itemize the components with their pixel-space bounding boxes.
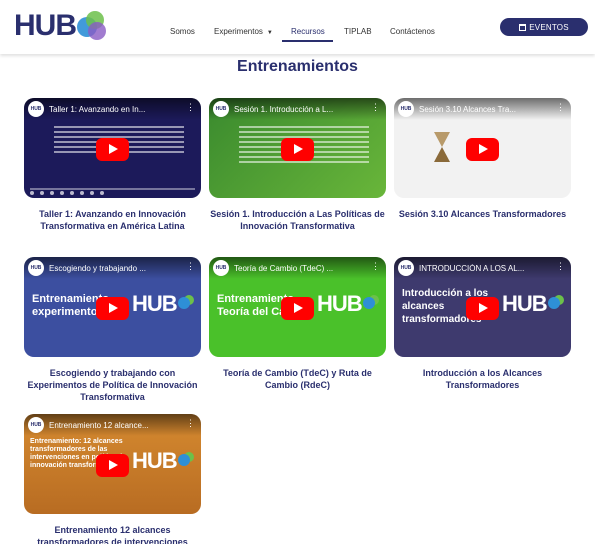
- play-button-icon[interactable]: [281, 297, 314, 320]
- section-title: Entrenamientos: [237, 58, 358, 75]
- eventos-button[interactable]: EVENTOS: [500, 18, 588, 36]
- more-options-icon[interactable]: ⋮: [371, 262, 380, 271]
- video-thumbnail[interactable]: Introducción a los alcances transformado…: [394, 257, 571, 357]
- play-button-icon[interactable]: [466, 297, 499, 320]
- video-card[interactable]: HUB Taller 1: Avanzando en In... ⋮ Talle…: [24, 98, 201, 232]
- video-thumbnail[interactable]: HUB Sesión 3.10 Alcances Tra... ⋮: [394, 98, 571, 198]
- hub-watermark: HUB: [132, 448, 190, 474]
- nav-item-tiplab[interactable]: TIPLAB: [344, 27, 372, 36]
- channel-avatar: HUB: [28, 417, 44, 433]
- more-options-icon[interactable]: ⋮: [556, 103, 565, 112]
- more-options-icon[interactable]: ⋮: [186, 103, 195, 112]
- thumbnail-title: Taller 1: Avanzando en In...: [49, 104, 146, 114]
- thumbnail-title: Sesión 1. Introducción a L...: [234, 104, 334, 114]
- video-card[interactable]: Introducción a los alcances transformado…: [394, 257, 571, 391]
- channel-avatar: HUB: [28, 260, 44, 276]
- active-nav-underline: [282, 40, 333, 42]
- channel-avatar: HUB: [398, 260, 414, 276]
- hourglass-icon: [434, 132, 450, 162]
- thumbnail-title: Escogiendo y trabajando ...: [49, 263, 146, 273]
- page: HUB Somos Experimentos ▼ Recursos TIPLAB …: [0, 0, 595, 544]
- nav-item-experimentos-label: Experimentos: [214, 27, 263, 36]
- video-title[interactable]: Taller 1: Avanzando en Innovación Transf…: [24, 208, 201, 232]
- thumbnail-title: INTRODUCCIÓN A LOS AL...: [419, 263, 525, 273]
- video-thumbnail[interactable]: HUB Sesión 1. Introducción a L... ⋮: [209, 98, 386, 198]
- more-options-icon[interactable]: ⋮: [371, 103, 380, 112]
- more-options-icon[interactable]: ⋮: [186, 419, 195, 428]
- hub-watermark: HUB: [132, 291, 190, 317]
- channel-avatar: HUB: [398, 101, 414, 117]
- player-controls: [30, 191, 195, 196]
- thumbnail-title: Teoría de Cambio (TdeC) ...: [234, 263, 334, 273]
- more-options-icon[interactable]: ⋮: [556, 262, 565, 271]
- play-button-icon[interactable]: [96, 297, 129, 320]
- video-thumbnail[interactable]: Entrenamiento: 12 alcances transformador…: [24, 414, 201, 514]
- nav-item-recursos[interactable]: Recursos: [291, 27, 325, 36]
- chevron-down-icon: ▼: [266, 30, 273, 36]
- calendar-icon: [519, 23, 527, 31]
- video-title[interactable]: Teoría de Cambio (TdeC) y Ruta de Cambio…: [209, 367, 386, 391]
- video-card[interactable]: Entrenamiento Teoría del Cambio HUB HUB …: [209, 257, 386, 391]
- video-thumbnail[interactable]: Entrenamiento Teoría del Cambio HUB HUB …: [209, 257, 386, 357]
- video-card[interactable]: HUB Sesión 1. Introducción a L... ⋮ Sesi…: [209, 98, 386, 232]
- video-card[interactable]: Entrenamiento experimentos HUB HUB Escog…: [24, 257, 201, 403]
- hub-watermark: HUB: [317, 291, 375, 317]
- nav-item-somos[interactable]: Somos: [170, 27, 195, 36]
- video-title[interactable]: Sesión 1. Introducción a Las Políticas d…: [209, 208, 386, 232]
- thumbnail-title: Entrenamiento 12 alcance...: [49, 420, 149, 430]
- thumbnail-title: Sesión 3.10 Alcances Tra...: [419, 104, 516, 114]
- channel-avatar: HUB: [213, 101, 229, 117]
- video-card[interactable]: Entrenamiento: 12 alcances transformador…: [24, 414, 201, 544]
- video-thumbnail[interactable]: HUB Taller 1: Avanzando en In... ⋮: [24, 98, 201, 198]
- play-button-icon[interactable]: [466, 138, 499, 161]
- video-title[interactable]: Escogiendo y trabajando con Experimentos…: [24, 367, 201, 403]
- video-title[interactable]: Introducción a los Alcances Transformado…: [394, 367, 571, 391]
- channel-avatar: HUB: [213, 260, 229, 276]
- video-thumbnail[interactable]: Entrenamiento experimentos HUB HUB Escog…: [24, 257, 201, 357]
- nav-item-contactenos[interactable]: Contáctenos: [390, 27, 435, 36]
- more-options-icon[interactable]: ⋮: [186, 262, 195, 271]
- hub-watermark: HUB: [502, 291, 560, 317]
- play-button-icon[interactable]: [96, 138, 129, 161]
- eventos-label: EVENTOS: [529, 22, 569, 32]
- nav-item-experimentos[interactable]: Experimentos ▼: [214, 27, 273, 36]
- video-title[interactable]: Entrenamiento 12 alcances transformadore…: [24, 524, 201, 544]
- site-header: HUB Somos Experimentos ▼ Recursos TIPLAB …: [0, 0, 595, 54]
- video-title[interactable]: Sesión 3.10 Alcances Transformadores: [394, 208, 571, 220]
- play-button-icon[interactable]: [281, 138, 314, 161]
- play-button-icon[interactable]: [96, 454, 129, 477]
- video-card[interactable]: HUB Sesión 3.10 Alcances Tra... ⋮ Sesión…: [394, 98, 571, 220]
- channel-avatar: HUB: [28, 101, 44, 117]
